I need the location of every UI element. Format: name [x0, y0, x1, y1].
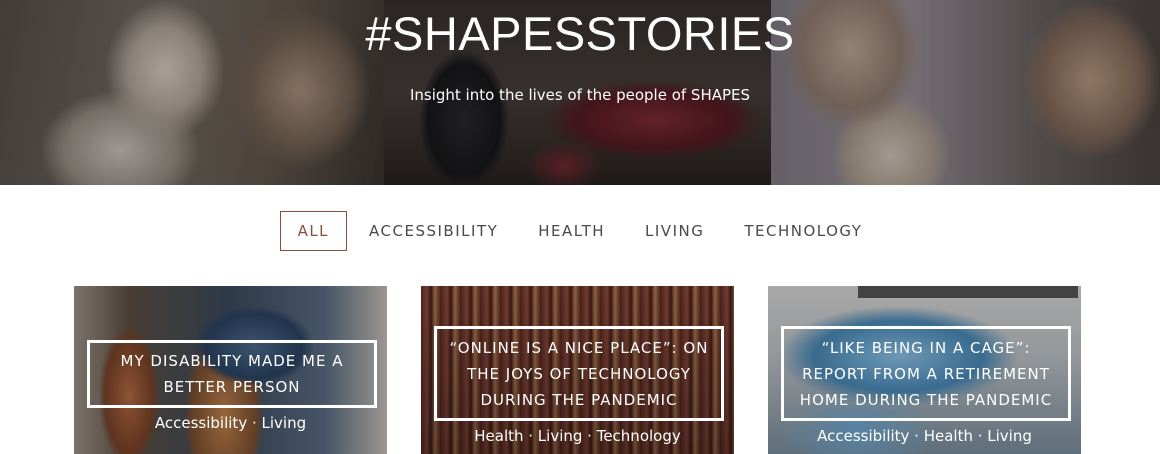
story-card-disability[interactable]: MY DISABILITY MADE ME A BETTER PERSON Ac… — [74, 286, 387, 454]
card-title[interactable]: “LIKE BEING IN A CAGE”: REPORT FROM A RE… — [781, 326, 1071, 421]
story-card-online[interactable]: “ONLINE IS A NICE PLACE”: ON THE JOYS OF… — [421, 286, 734, 454]
filter-all[interactable]: ALL — [279, 211, 348, 251]
card-tags: Accessibility · Living — [154, 414, 307, 432]
filter-health[interactable]: HEALTH — [520, 211, 623, 251]
category-filter-bar: ALL ACCESSIBILITY HEALTH LIVING TECHNOLO… — [0, 211, 1160, 251]
card-tags: Accessibility · Health · Living — [817, 427, 1032, 445]
story-card-cage[interactable]: “LIKE BEING IN A CAGE”: REPORT FROM A RE… — [768, 286, 1081, 454]
card-tags: Health · Living · Technology — [474, 427, 681, 445]
filter-accessibility[interactable]: ACCESSIBILITY — [351, 211, 516, 251]
card-title[interactable]: “ONLINE IS A NICE PLACE”: ON THE JOYS OF… — [434, 326, 724, 421]
page-title: #SHAPESSTORIES — [365, 7, 795, 60]
card-title[interactable]: MY DISABILITY MADE ME A BETTER PERSON — [87, 340, 377, 408]
filter-living[interactable]: LIVING — [627, 211, 722, 251]
page-subtitle: Insight into the lives of the people of … — [409, 86, 751, 104]
filter-technology[interactable]: TECHNOLOGY — [726, 211, 880, 251]
hero-banner: #SHAPESSTORIES Insight into the lives of… — [0, 0, 1160, 185]
